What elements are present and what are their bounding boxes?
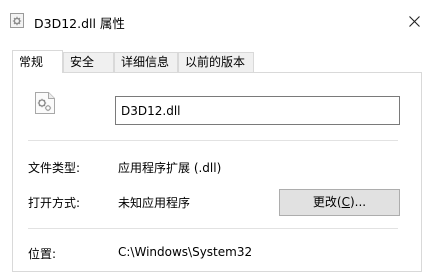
close-icon — [408, 15, 420, 27]
tab-general[interactable]: 常规 — [12, 50, 63, 73]
tab-details[interactable]: 详细信息 — [114, 52, 178, 72]
separator — [28, 140, 398, 141]
file-type-icon — [34, 91, 56, 118]
opens-with-value: 未知应用程序 — [118, 196, 191, 210]
opens-with-label: 打开方式: — [28, 196, 81, 210]
location-value: C:\Windows\System32 — [118, 245, 253, 259]
file-type-value: 应用程序扩展 (.dll) — [118, 161, 222, 175]
change-button[interactable]: 更改(C)... — [279, 189, 400, 216]
tab-previous-versions[interactable]: 以前的版本 — [178, 52, 254, 72]
dll-file-icon — [10, 13, 24, 28]
change-button-accelerator: C — [341, 195, 350, 209]
file-type-label: 文件类型: — [28, 161, 81, 175]
title-bar: D3D12.dll 属性 — [0, 0, 434, 44]
tab-security[interactable]: 安全 — [63, 52, 114, 72]
change-button-prefix: 更改( — [312, 195, 342, 209]
separator — [28, 228, 398, 229]
change-button-suffix: )... — [349, 195, 367, 209]
file-name-input[interactable] — [115, 96, 400, 125]
location-label: 位置: — [28, 247, 57, 261]
window-title: D3D12.dll 属性 — [34, 16, 125, 31]
close-button[interactable] — [394, 4, 434, 38]
